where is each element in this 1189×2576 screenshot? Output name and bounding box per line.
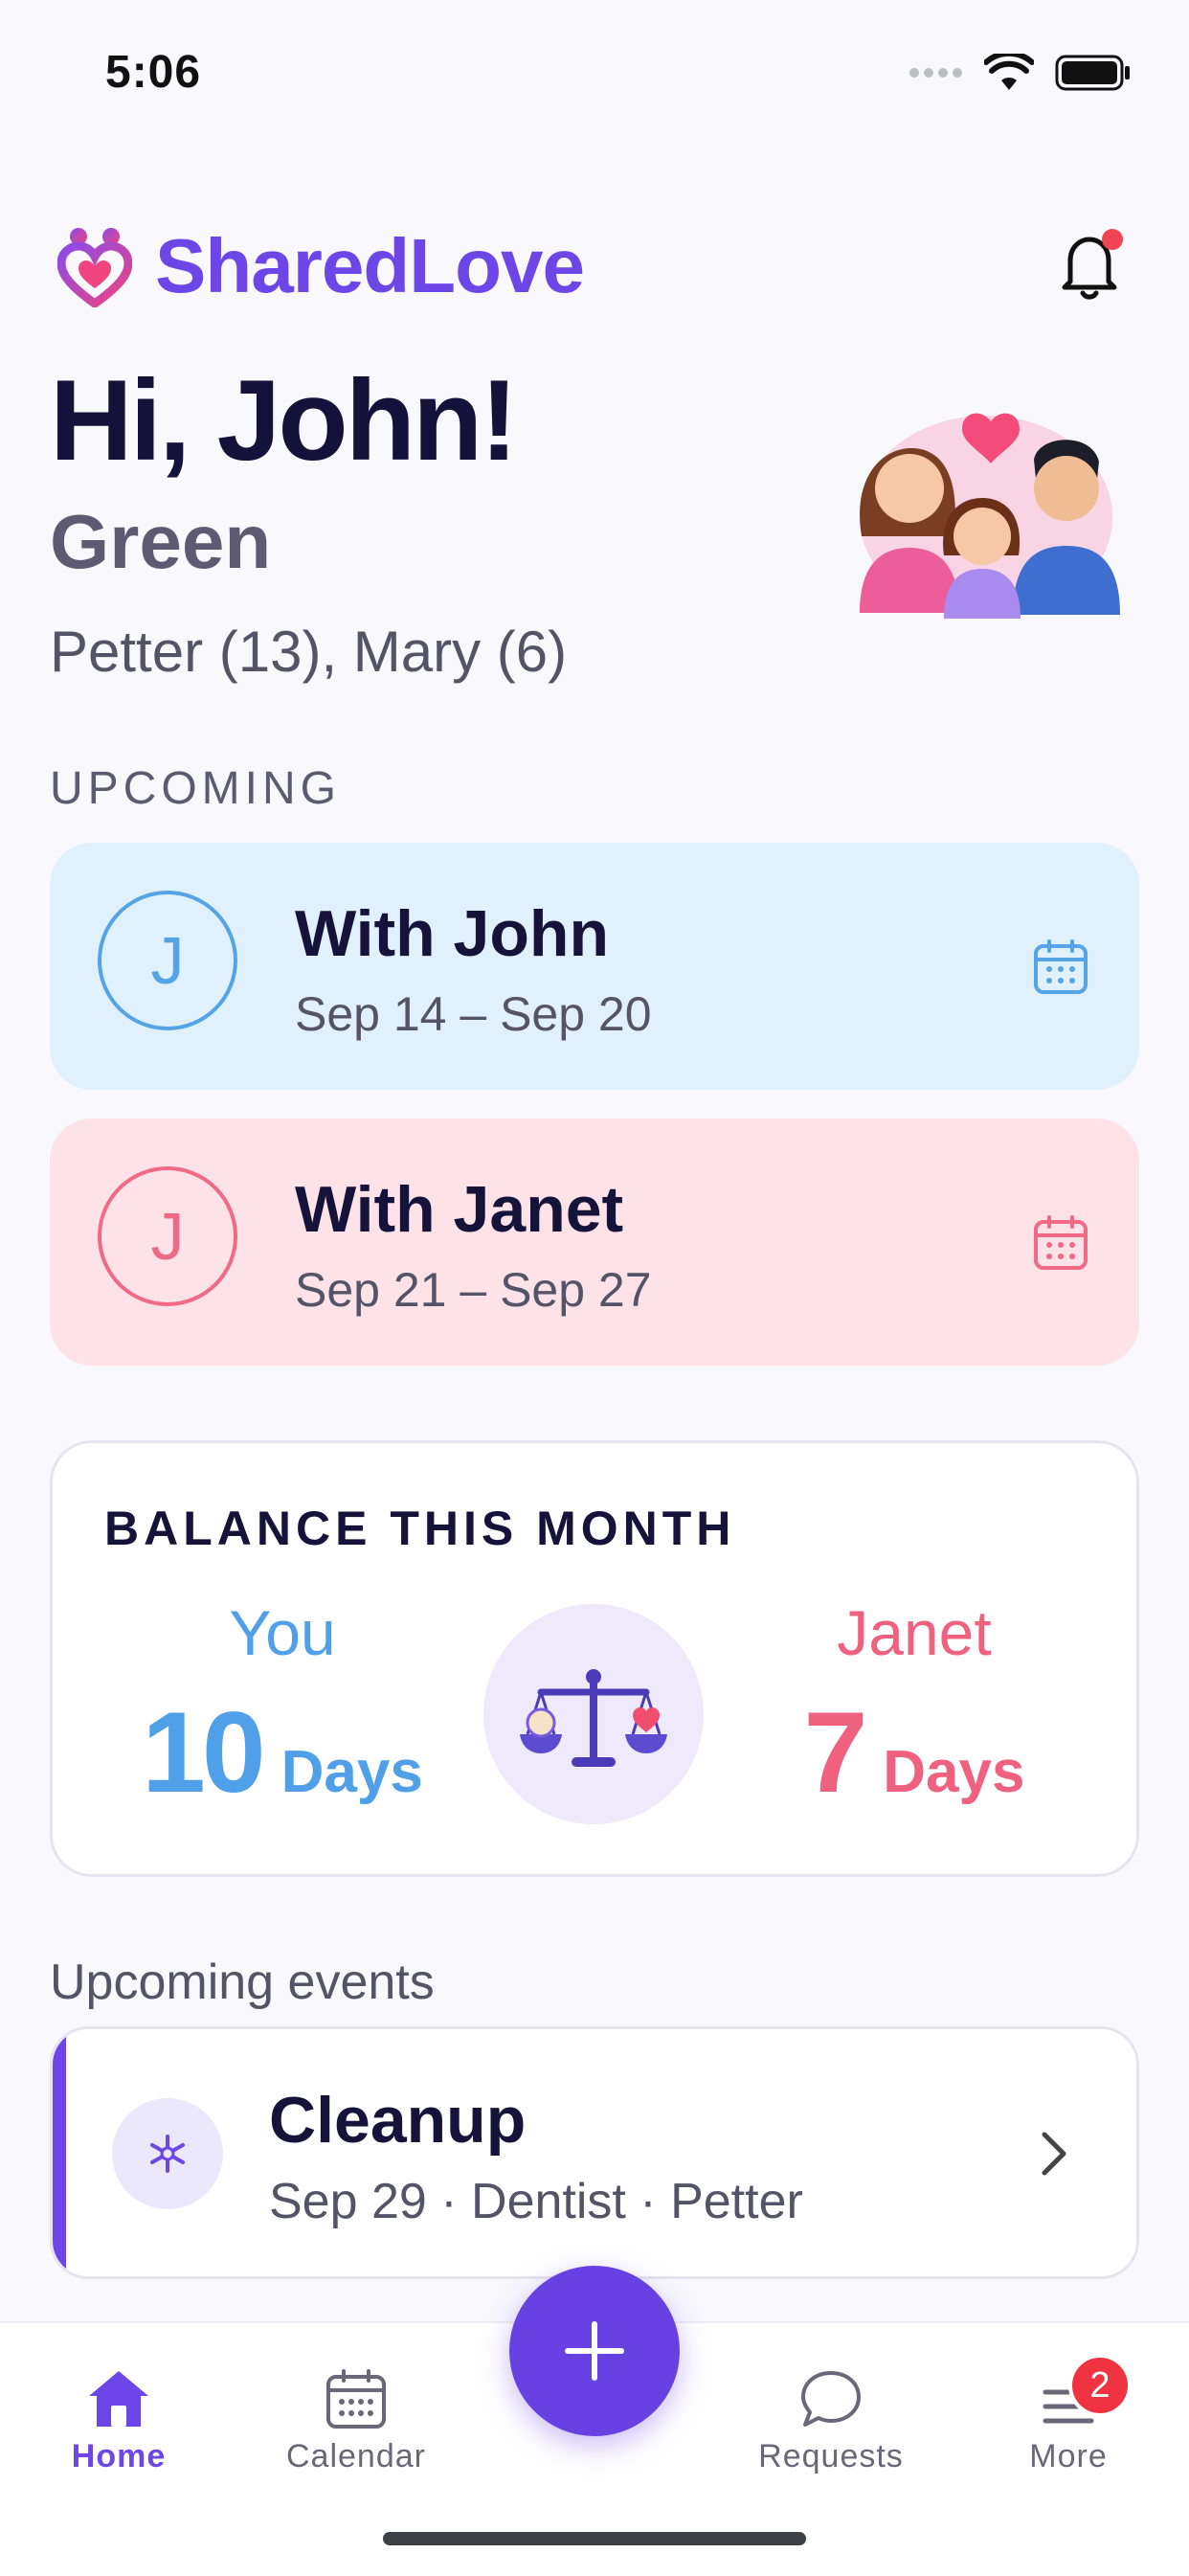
balance-janet-name: Janet: [837, 1597, 992, 1668]
children-list: Petter (13), Mary (6): [50, 620, 568, 684]
tab-calendar[interactable]: Calendar: [260, 2344, 452, 2475]
heart-family-logo-icon: [57, 228, 132, 307]
avatar: J: [98, 891, 237, 1030]
calendar-icon: [1034, 939, 1088, 994]
tab-home[interactable]: Home: [23, 2344, 214, 2475]
tab-more[interactable]: More 2: [973, 2344, 1164, 2475]
home-indicator: [383, 2532, 806, 2545]
battery-icon: [1055, 55, 1130, 91]
upcoming-card-janet[interactable]: J With Janet Sep 21 – Sep 27: [50, 1119, 1139, 1366]
brand-name: SharedLove: [155, 223, 585, 308]
event-card[interactable]: Cleanup Sep 29 · Dentist · Petter: [50, 2026, 1139, 2279]
balance-you: You 10 Days: [120, 1596, 445, 1819]
status-time: 5:06: [105, 47, 202, 98]
balance-card[interactable]: BALANCE THIS MONTH You 10 Days Janet 7 D…: [50, 1440, 1139, 1877]
tab-label: Calendar: [286, 2438, 426, 2474]
greeting-title: Hi, John!: [50, 356, 518, 485]
chat-bubble-icon: [801, 2371, 861, 2427]
plus-icon: [565, 2321, 624, 2381]
status-icons: [909, 54, 1132, 92]
balance-janet-unit: Days: [883, 1739, 1025, 1805]
tab-label: More: [1029, 2438, 1108, 2474]
avatar: J: [98, 1166, 237, 1306]
event-subtitle: Sep 29 · Dentist · Petter: [269, 2174, 803, 2229]
home-icon: [89, 2371, 148, 2427]
add-button[interactable]: [509, 2266, 680, 2436]
tooth-icon: [150, 2135, 185, 2173]
scale-icon: [520, 1669, 667, 1767]
upcoming-events-label: Upcoming events: [50, 1955, 435, 2010]
chevron-right-icon: [1042, 2132, 1066, 2176]
balance-you-name: You: [229, 1597, 336, 1668]
calendar-icon: [1034, 1215, 1088, 1270]
tab-requests[interactable]: Requests: [735, 2344, 927, 2475]
user-last-name: Green: [50, 499, 272, 584]
balance-janet-days: 7: [803, 1688, 868, 1817]
event-title: Cleanup: [269, 2084, 527, 2157]
upcoming-title: With John: [295, 897, 609, 970]
app-brand: SharedLove: [57, 222, 585, 310]
balance-you-unit: Days: [280, 1739, 423, 1805]
balance-scale-badge: [483, 1604, 704, 1824]
balance-title: BALANCE THIS MONTH: [104, 1502, 736, 1555]
cellular-signal-icon: [909, 68, 962, 78]
wifi-icon: [984, 54, 1034, 90]
upcoming-card-john[interactable]: J With John Sep 14 – Sep 20: [50, 843, 1139, 1090]
event-accent-bar: [53, 2029, 66, 2276]
calendar-icon: [326, 2369, 386, 2429]
upcoming-title: With Janet: [295, 1173, 624, 1246]
more-badge: 2: [1068, 2354, 1132, 2417]
notification-bell-icon[interactable]: [1057, 226, 1126, 303]
tab-label: Home: [71, 2438, 167, 2474]
event-icon-badge: [112, 2098, 223, 2209]
balance-you-days: 10: [142, 1688, 265, 1817]
tab-label: Requests: [758, 2438, 904, 2474]
family-illustration: [860, 413, 1120, 619]
upcoming-dates: Sep 14 – Sep 20: [295, 987, 652, 1041]
upcoming-section-label: UPCOMING: [50, 763, 341, 814]
balance-janet: Janet 7 Days: [752, 1596, 1077, 1819]
upcoming-dates: Sep 21 – Sep 27: [295, 1263, 652, 1317]
